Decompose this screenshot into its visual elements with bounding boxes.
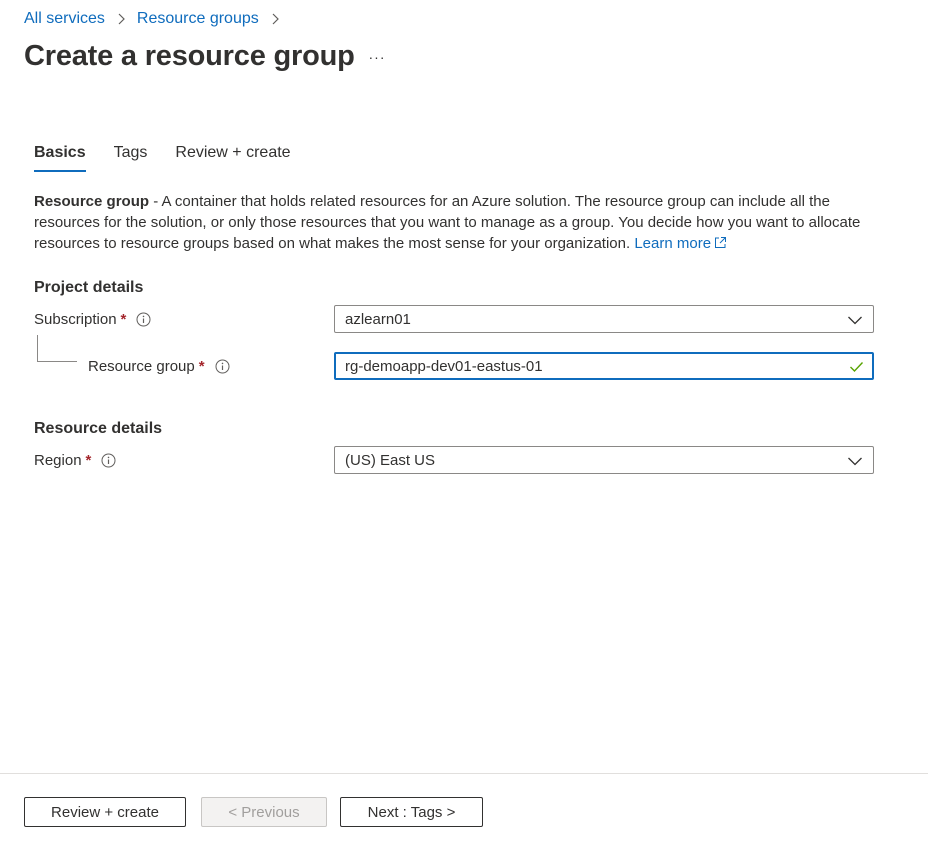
info-icon[interactable] <box>136 312 151 327</box>
review-create-button[interactable]: Review + create <box>24 797 186 827</box>
description-text: - A container that holds related resourc… <box>34 193 861 252</box>
region-dropdown[interactable]: (US) East US <box>334 446 874 474</box>
external-link-icon <box>715 237 727 248</box>
checkmark-icon <box>850 362 864 373</box>
subscription-dropdown[interactable]: azlearn01 <box>334 305 874 333</box>
breadcrumb-resource-groups[interactable]: Resource groups <box>137 10 259 28</box>
tab-basics[interactable]: Basics <box>34 144 86 172</box>
chevron-right-icon <box>111 9 131 29</box>
breadcrumb: All services Resource groups <box>24 9 291 29</box>
resource-group-value: rg-demoapp-dev01-eastus-01 <box>345 357 543 375</box>
page-title: Create a resource group <box>24 40 355 72</box>
more-options-button[interactable]: ··· <box>366 46 388 68</box>
info-icon[interactable] <box>101 453 116 468</box>
tab-tags[interactable]: Tags <box>114 144 148 172</box>
info-icon[interactable] <box>215 359 230 374</box>
region-label: Region * <box>34 452 116 469</box>
region-label-text: Region <box>34 452 82 469</box>
previous-button[interactable]: < Previous <box>201 797 327 827</box>
resource-group-label: Resource group * <box>88 358 230 375</box>
subscription-value: azlearn01 <box>345 310 411 328</box>
required-asterisk: * <box>85 452 92 469</box>
resource-details-heading: Resource details <box>34 420 163 437</box>
subscription-label: Subscription * <box>34 311 151 328</box>
tab-bar: Basics Tags Review + create <box>34 144 319 172</box>
hierarchy-connector <box>37 335 77 362</box>
description-term: Resource group <box>34 193 150 210</box>
project-details-heading: Project details <box>34 279 144 296</box>
tab-review-create[interactable]: Review + create <box>175 144 290 172</box>
learn-more-label: Learn more <box>634 235 712 252</box>
resource-group-description: Resource group - A container that holds … <box>34 191 874 254</box>
required-asterisk: * <box>198 358 205 375</box>
resource-group-label-text: Resource group <box>88 358 195 375</box>
subscription-label-text: Subscription <box>34 311 117 328</box>
resource-group-input[interactable]: rg-demoapp-dev01-eastus-01 <box>334 352 874 380</box>
learn-more-link[interactable]: Learn more <box>634 235 727 252</box>
chevron-down-icon <box>848 316 862 325</box>
region-value: (US) East US <box>345 451 436 469</box>
breadcrumb-all-services[interactable]: All services <box>24 10 105 28</box>
chevron-right-icon <box>265 9 285 29</box>
chevron-down-icon <box>848 457 862 466</box>
required-asterisk: * <box>120 311 127 328</box>
next-tags-button[interactable]: Next : Tags > <box>340 797 483 827</box>
